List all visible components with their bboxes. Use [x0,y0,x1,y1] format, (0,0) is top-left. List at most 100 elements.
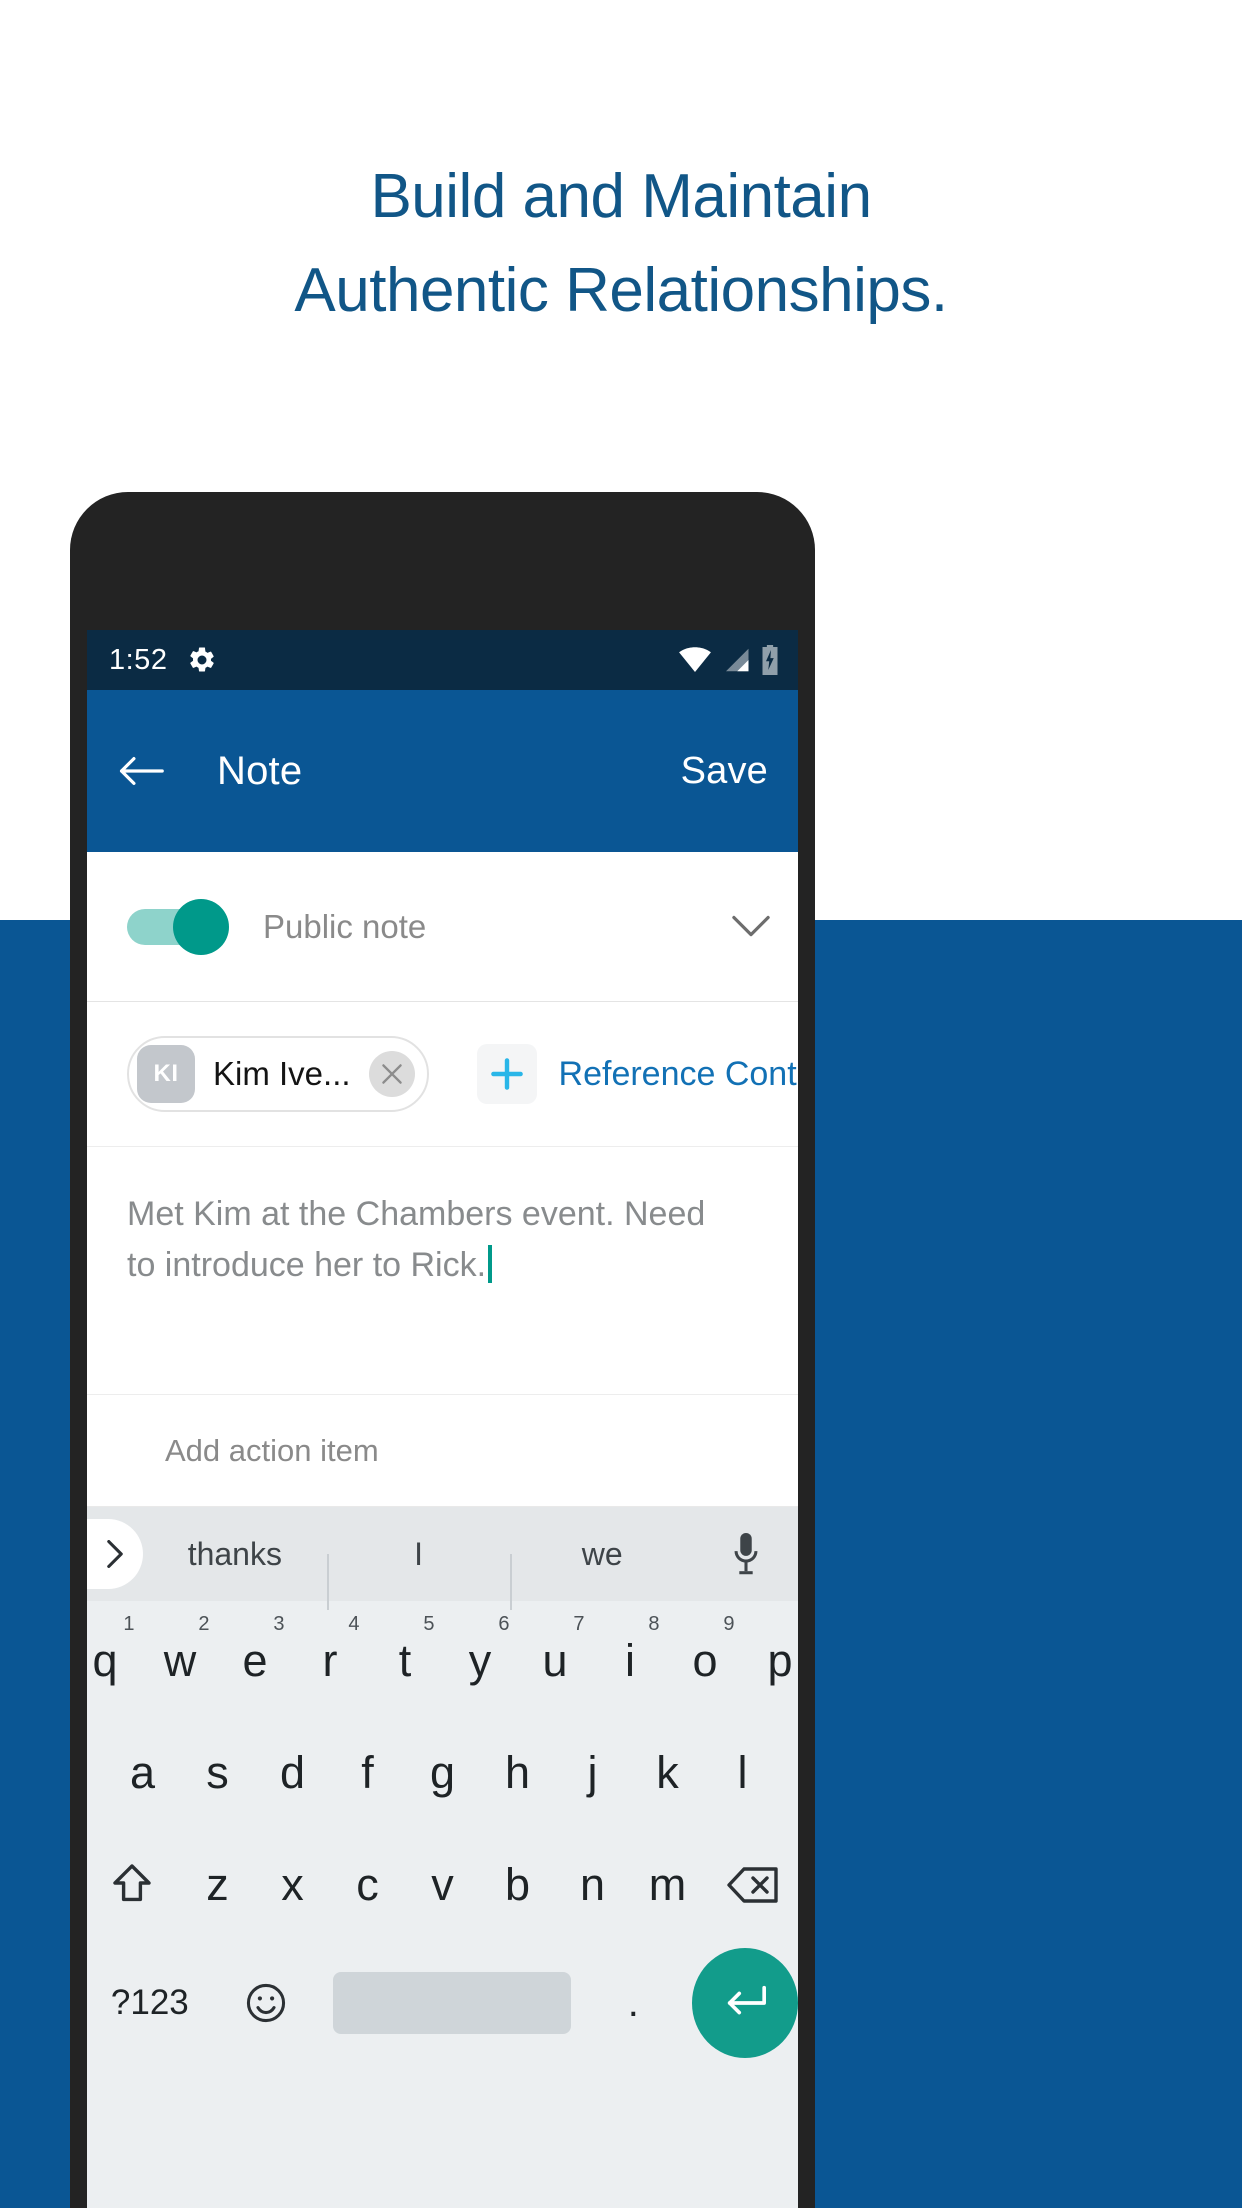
key-a[interactable]: a [107,1723,178,1823]
reference-contact-label: Reference Contact [558,1054,798,1093]
chevron-right-icon[interactable] [87,1519,143,1589]
backspace-icon[interactable] [707,1835,798,1935]
on-screen-keyboard: thanks I we 1q 2w 3 e 4 r 5 t 6 y 7 u 8 … [87,1507,798,2208]
contact-row: KI Kim Ive... Reference Contact [87,1002,798,1147]
status-bar: 1:52 [87,630,798,690]
page-headline: Build and Maintain Authentic Relationshi… [0,150,1242,338]
app-bar: Note Save [87,690,798,852]
public-note-label: Public note [263,907,427,945]
keyboard-row-4: ?123 . [87,1947,798,2059]
key-n[interactable]: n [557,1835,628,1935]
key-hint: 1 [123,1613,135,1635]
note-text: Met Kim at the Chambers event. Need to i… [127,1195,706,1284]
key-q[interactable]: 1q [87,1611,141,1711]
add-action-item-placeholder: Add action item [165,1432,379,1468]
key-label: t [398,1635,412,1686]
headline-line-2: Authentic Relationships. [294,256,948,325]
gear-icon [187,645,217,675]
keyboard-suggestion-bar: thanks I we [87,1507,798,1610]
phone-screen: 1:52 Note Save Public note KI Kim Ive...… [87,630,798,2208]
key-hint: 8 [648,1613,660,1635]
key-r[interactable]: 4r [295,1611,366,1711]
key-label: w [163,1635,197,1686]
key-t[interactable]: 5t [370,1611,441,1711]
status-bar-icons [678,645,780,675]
emoji-icon[interactable] [213,1982,319,2024]
keyboard-key-rows: 1q 2w 3e 4r 5t 6y 7u 8i 9o 0p a s [87,1601,798,2059]
key-label: q [92,1635,118,1686]
key-s[interactable]: s [182,1723,253,1823]
contact-chip[interactable]: KI Kim Ive... [127,1036,429,1112]
battery-charging-icon [760,645,780,675]
key-b[interactable]: b [482,1835,553,1935]
key-hint: 4 [348,1613,360,1635]
key-label: o [692,1635,718,1686]
key-u[interactable]: 7u [520,1611,591,1711]
contact-chip-name: Kim Ive... [213,1055,351,1092]
microphone-icon[interactable] [694,1533,798,1575]
key-hint: 3 [273,1613,285,1635]
symbols-key[interactable]: ?123 [87,1983,213,2023]
period-key[interactable]: . [585,1981,682,2026]
key-l[interactable]: l [707,1723,778,1823]
key-hint: 2 [198,1613,210,1635]
key-hint: 6 [498,1613,510,1635]
suggestion-2[interactable]: we [510,1536,694,1610]
key-g[interactable]: g [407,1723,478,1823]
key-hint: 9 [723,1613,735,1635]
key-e[interactable]: 3e [220,1611,291,1711]
note-body[interactable]: Met Kim at the Chambers event. Need to i… [87,1147,798,1395]
toggle-thumb [173,898,229,955]
status-bar-time: 1:52 [109,643,168,676]
space-key[interactable] [333,1972,571,2034]
key-x[interactable]: x [257,1835,328,1935]
add-action-item-row[interactable]: Add action item [87,1395,798,1507]
reference-contact-button[interactable]: Reference Contact [476,1044,798,1104]
note-text-wrapper: Met Kim at the Chambers event. Need to i… [127,1189,727,1291]
plus-icon [476,1044,537,1104]
phone-mockup: 1:52 Note Save Public note KI Kim Ive...… [70,492,815,2208]
key-label: r [322,1635,338,1686]
text-caret [488,1245,493,1283]
public-note-toggle[interactable] [127,898,229,955]
key-label: e [242,1635,268,1686]
key-label: y [468,1635,492,1686]
arrow-left-icon[interactable] [115,745,167,797]
wifi-icon [678,647,712,673]
avatar: KI [137,1045,195,1103]
key-label: u [542,1635,568,1686]
close-circle-icon[interactable] [368,1051,415,1097]
key-j[interactable]: j [557,1723,628,1823]
key-v[interactable]: v [407,1835,478,1935]
enter-icon[interactable] [691,1948,798,2058]
suggestion-1[interactable]: I [326,1536,511,1610]
key-i[interactable]: 8i [595,1611,666,1711]
key-k[interactable]: k [632,1723,703,1823]
key-p[interactable]: 0p [745,1611,799,1711]
page-title: Note [217,748,303,793]
keyboard-row-2: a s d f g h j k l [87,1723,798,1835]
keyboard-row-1: 1q 2w 3e 4r 5t 6y 7u 8i 9o 0p [87,1611,798,1723]
key-f[interactable]: f [332,1723,403,1823]
signal-icon [721,647,751,673]
chevron-down-icon[interactable] [732,915,770,939]
key-hint: 5 [423,1613,435,1635]
key-label: i [625,1635,635,1686]
key-d[interactable]: d [257,1723,328,1823]
keyboard-row-3: z x c v b n m [87,1835,798,1947]
key-label: p [767,1635,793,1686]
key-hint: 7 [573,1613,585,1635]
key-y[interactable]: 6y [445,1611,516,1711]
headline-line-1: Build and Maintain [370,162,872,231]
key-h[interactable]: h [482,1723,553,1823]
save-button[interactable]: Save [681,750,768,793]
key-w[interactable]: 2w [145,1611,216,1711]
key-c[interactable]: c [332,1835,403,1935]
key-m[interactable]: m [632,1835,703,1935]
key-o[interactable]: 9o [670,1611,741,1711]
screenshot-root: Build and Maintain Authentic Relationshi… [0,0,1242,2208]
public-note-row: Public note [87,852,798,1002]
suggestion-0[interactable]: thanks [143,1536,327,1573]
key-z[interactable]: z [182,1835,253,1935]
shift-icon[interactable] [87,1835,178,1935]
